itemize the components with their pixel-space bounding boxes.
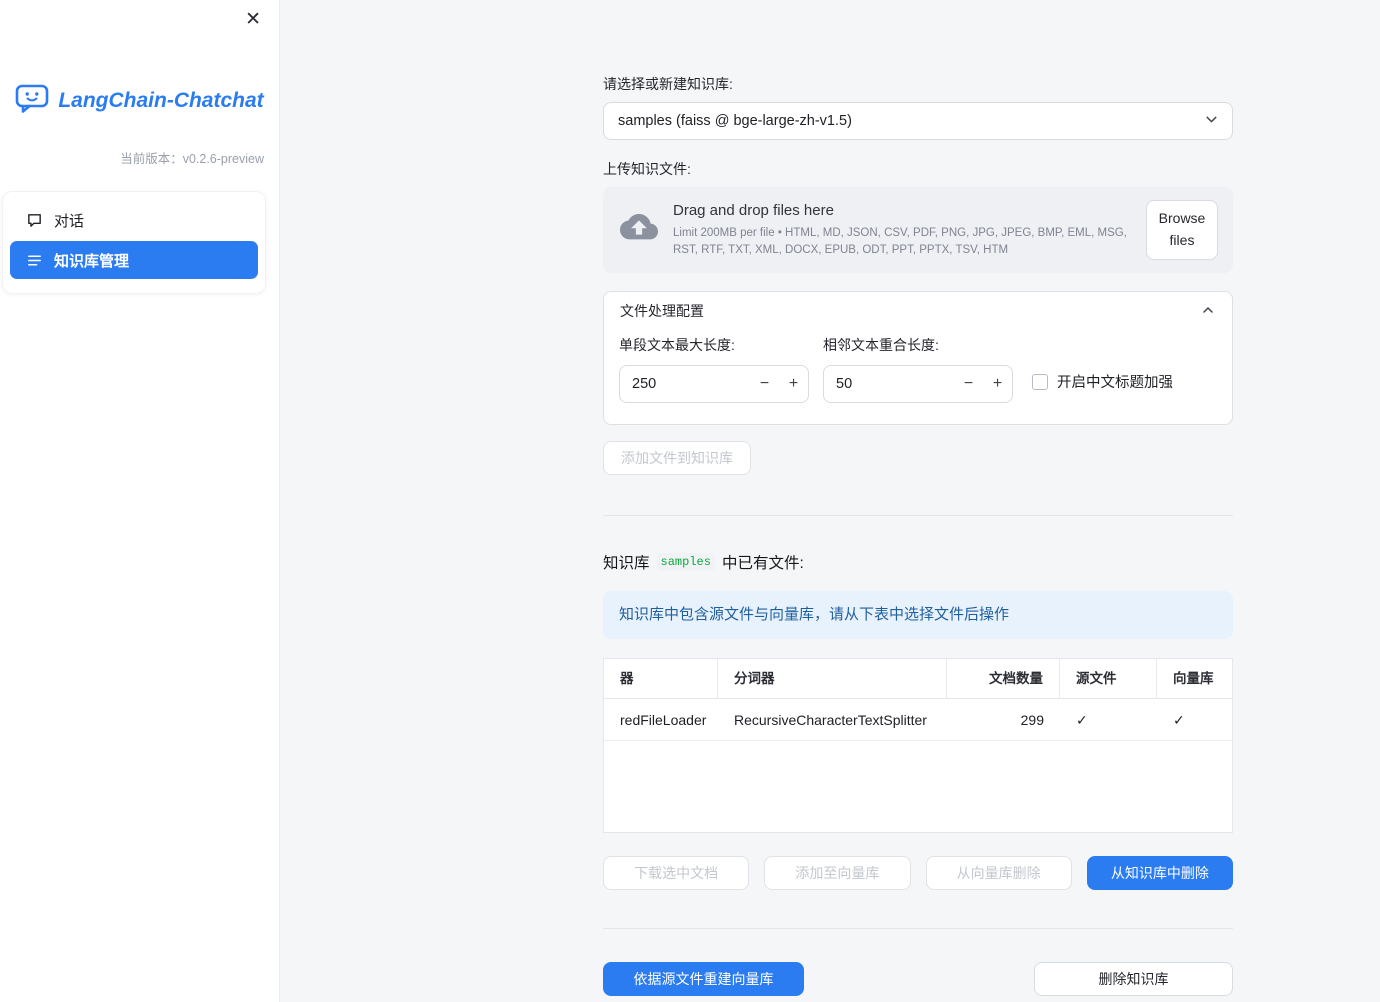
chat-bubble-icon <box>26 212 43 229</box>
uploader-title: Drag and drop files here <box>673 201 834 219</box>
sidebar-item-dialogue[interactable]: 对话 <box>10 201 258 239</box>
cell-vector-store-check: ✓ <box>1157 699 1232 741</box>
file-config-expander: 文件处理配置 单段文本最大长度: 250 − + 相邻文本重合长度: 50 − … <box>603 291 1233 425</box>
file-config-body: 单段文本最大长度: 250 − + 相邻文本重合长度: 50 − + 开启中文标… <box>604 330 1232 424</box>
kb-files-prefix: 知识库 <box>603 555 650 572</box>
kb-files-suffix: 中已有文件: <box>721 555 804 572</box>
cell-source-file-check: ✓ <box>1060 699 1157 741</box>
chunk-size-decrement-button[interactable]: − <box>750 376 779 392</box>
cell-loader: redFileLoader <box>604 699 718 741</box>
chunk-overlap-increment-button[interactable]: + <box>983 376 1012 392</box>
delete-knowledge-base-button[interactable]: 删除知识库 <box>1034 961 1233 996</box>
add-files-to-kb-button[interactable]: 添加文件到知识库 <box>603 441 751 475</box>
table-row[interactable]: redFileLoader RecursiveCharacterTextSpli… <box>604 699 1232 741</box>
divider <box>603 515 1233 516</box>
kb-files-heading: 知识库 samples 中已有文件: <box>603 551 1233 573</box>
kb-files-table[interactable]: 器 分词器 文档数量 源文件 向量库 redFileLoader Recursi… <box>603 657 1233 833</box>
column-header-source-file[interactable]: 源文件 <box>1060 658 1157 699</box>
app-logo-title: LangChain-Chatchat <box>58 89 264 112</box>
sidebar-item-knowledge-base[interactable]: 知识库管理 <box>10 241 258 279</box>
column-header-doc-count[interactable]: 文档数量 <box>947 658 1060 699</box>
chunk-size-field: 单段文本最大长度: 250 − + <box>619 335 809 403</box>
download-selected-button[interactable]: 下载选中文档 <box>603 855 750 890</box>
chevron-up-icon <box>1200 302 1216 321</box>
chunk-overlap-input[interactable]: 50 − + <box>823 365 1013 403</box>
chunk-overlap-decrement-button[interactable]: − <box>954 376 983 392</box>
chunk-size-input[interactable]: 250 − + <box>619 365 809 403</box>
add-to-vector-store-button[interactable]: 添加至向量库 <box>764 855 911 890</box>
column-header-splitter[interactable]: 分词器 <box>718 658 947 699</box>
file-config-title: 文件处理配置 <box>620 303 704 319</box>
kb-management-buttons: 依据源文件重建向量库 删除知识库 <box>603 961 1233 996</box>
sidebar-item-label: 对话 <box>54 212 85 230</box>
kb-name-code: samples <box>656 553 715 571</box>
rebuild-vector-store-button[interactable]: 依据源文件重建向量库 <box>603 961 804 996</box>
file-action-buttons: 下载选中文档 添加至向量库 从向量库删除 从知识库中删除 <box>603 855 1233 890</box>
chevron-down-icon <box>1203 111 1220 132</box>
logo: LangChain-Chatchat <box>0 84 279 118</box>
file-config-expander-header[interactable]: 文件处理配置 <box>604 292 1232 330</box>
main-area: 请选择或新建知识库: samples (faiss @ bge-large-zh… <box>280 0 1380 1002</box>
zh-title-enhance-label: 开启中文标题加强 <box>1057 375 1173 391</box>
upload-files-label: 上传知识文件: <box>603 161 691 177</box>
delete-from-kb-button[interactable]: 从知识库中删除 <box>1086 855 1233 890</box>
sidebar-menu: 对话 知识库管理 <box>2 191 266 294</box>
sidebar: ✕ LangChain-Chatchat 当前版本：v0.2.6-preview <box>0 0 280 1002</box>
app-window: ✕ LangChain-Chatchat 当前版本：v0.2.6-preview <box>0 0 1380 1002</box>
column-header-loader[interactable]: 器 <box>604 658 718 699</box>
chunk-overlap-label: 相邻文本重合长度: <box>823 337 939 353</box>
sidebar-close-icon[interactable]: ✕ <box>241 6 265 33</box>
kb-selected-value: samples (faiss @ bge-large-zh-v1.5) <box>618 113 852 129</box>
zh-title-enhance-checkbox[interactable]: 开启中文标题加强 <box>1032 371 1173 392</box>
delete-from-vector-store-button[interactable]: 从向量库删除 <box>925 855 1072 890</box>
uploader-text: Drag and drop files here Limit 200MB per… <box>673 202 1131 258</box>
logo-chat-bubble-icon <box>15 84 49 118</box>
uploader-limit-text: Limit 200MB per file • HTML, MD, JSON, C… <box>673 226 1127 256</box>
chunk-size-label: 单段文本最大长度: <box>619 337 735 353</box>
kb-selectbox[interactable]: samples (faiss @ bge-large-zh-v1.5) <box>603 102 1233 140</box>
table-header-row: 器 分词器 文档数量 源文件 向量库 <box>604 658 1232 699</box>
chunk-size-value: 250 <box>632 376 657 392</box>
sidebar-item-label: 知识库管理 <box>54 252 130 270</box>
knowledge-base-list-icon <box>26 252 43 269</box>
chunk-size-increment-button[interactable]: + <box>779 376 808 392</box>
chunk-overlap-field: 相邻文本重合长度: 50 − + <box>823 335 1013 403</box>
cell-doc-count: 299 <box>947 699 1060 741</box>
browse-files-button[interactable]: Browse files <box>1146 200 1218 260</box>
kb-select-label: 请选择或新建知识库: <box>603 76 733 92</box>
cell-splitter: RecursiveCharacterTextSplitter <box>718 699 947 741</box>
version-label: 当前版本：v0.2.6-preview <box>120 152 264 166</box>
column-header-vector-store[interactable]: 向量库 <box>1157 659 1232 699</box>
divider <box>603 927 1233 929</box>
cloud-upload-icon <box>620 214 658 246</box>
info-alert: 知识库中包含源文件与向量库，请从下表中选择文件后操作 <box>603 591 1233 639</box>
file-uploader-dropzone[interactable]: Drag and drop files here Limit 200MB per… <box>603 187 1233 273</box>
chunk-overlap-value: 50 <box>836 376 853 392</box>
checkbox-unchecked-icon[interactable] <box>1032 373 1048 390</box>
